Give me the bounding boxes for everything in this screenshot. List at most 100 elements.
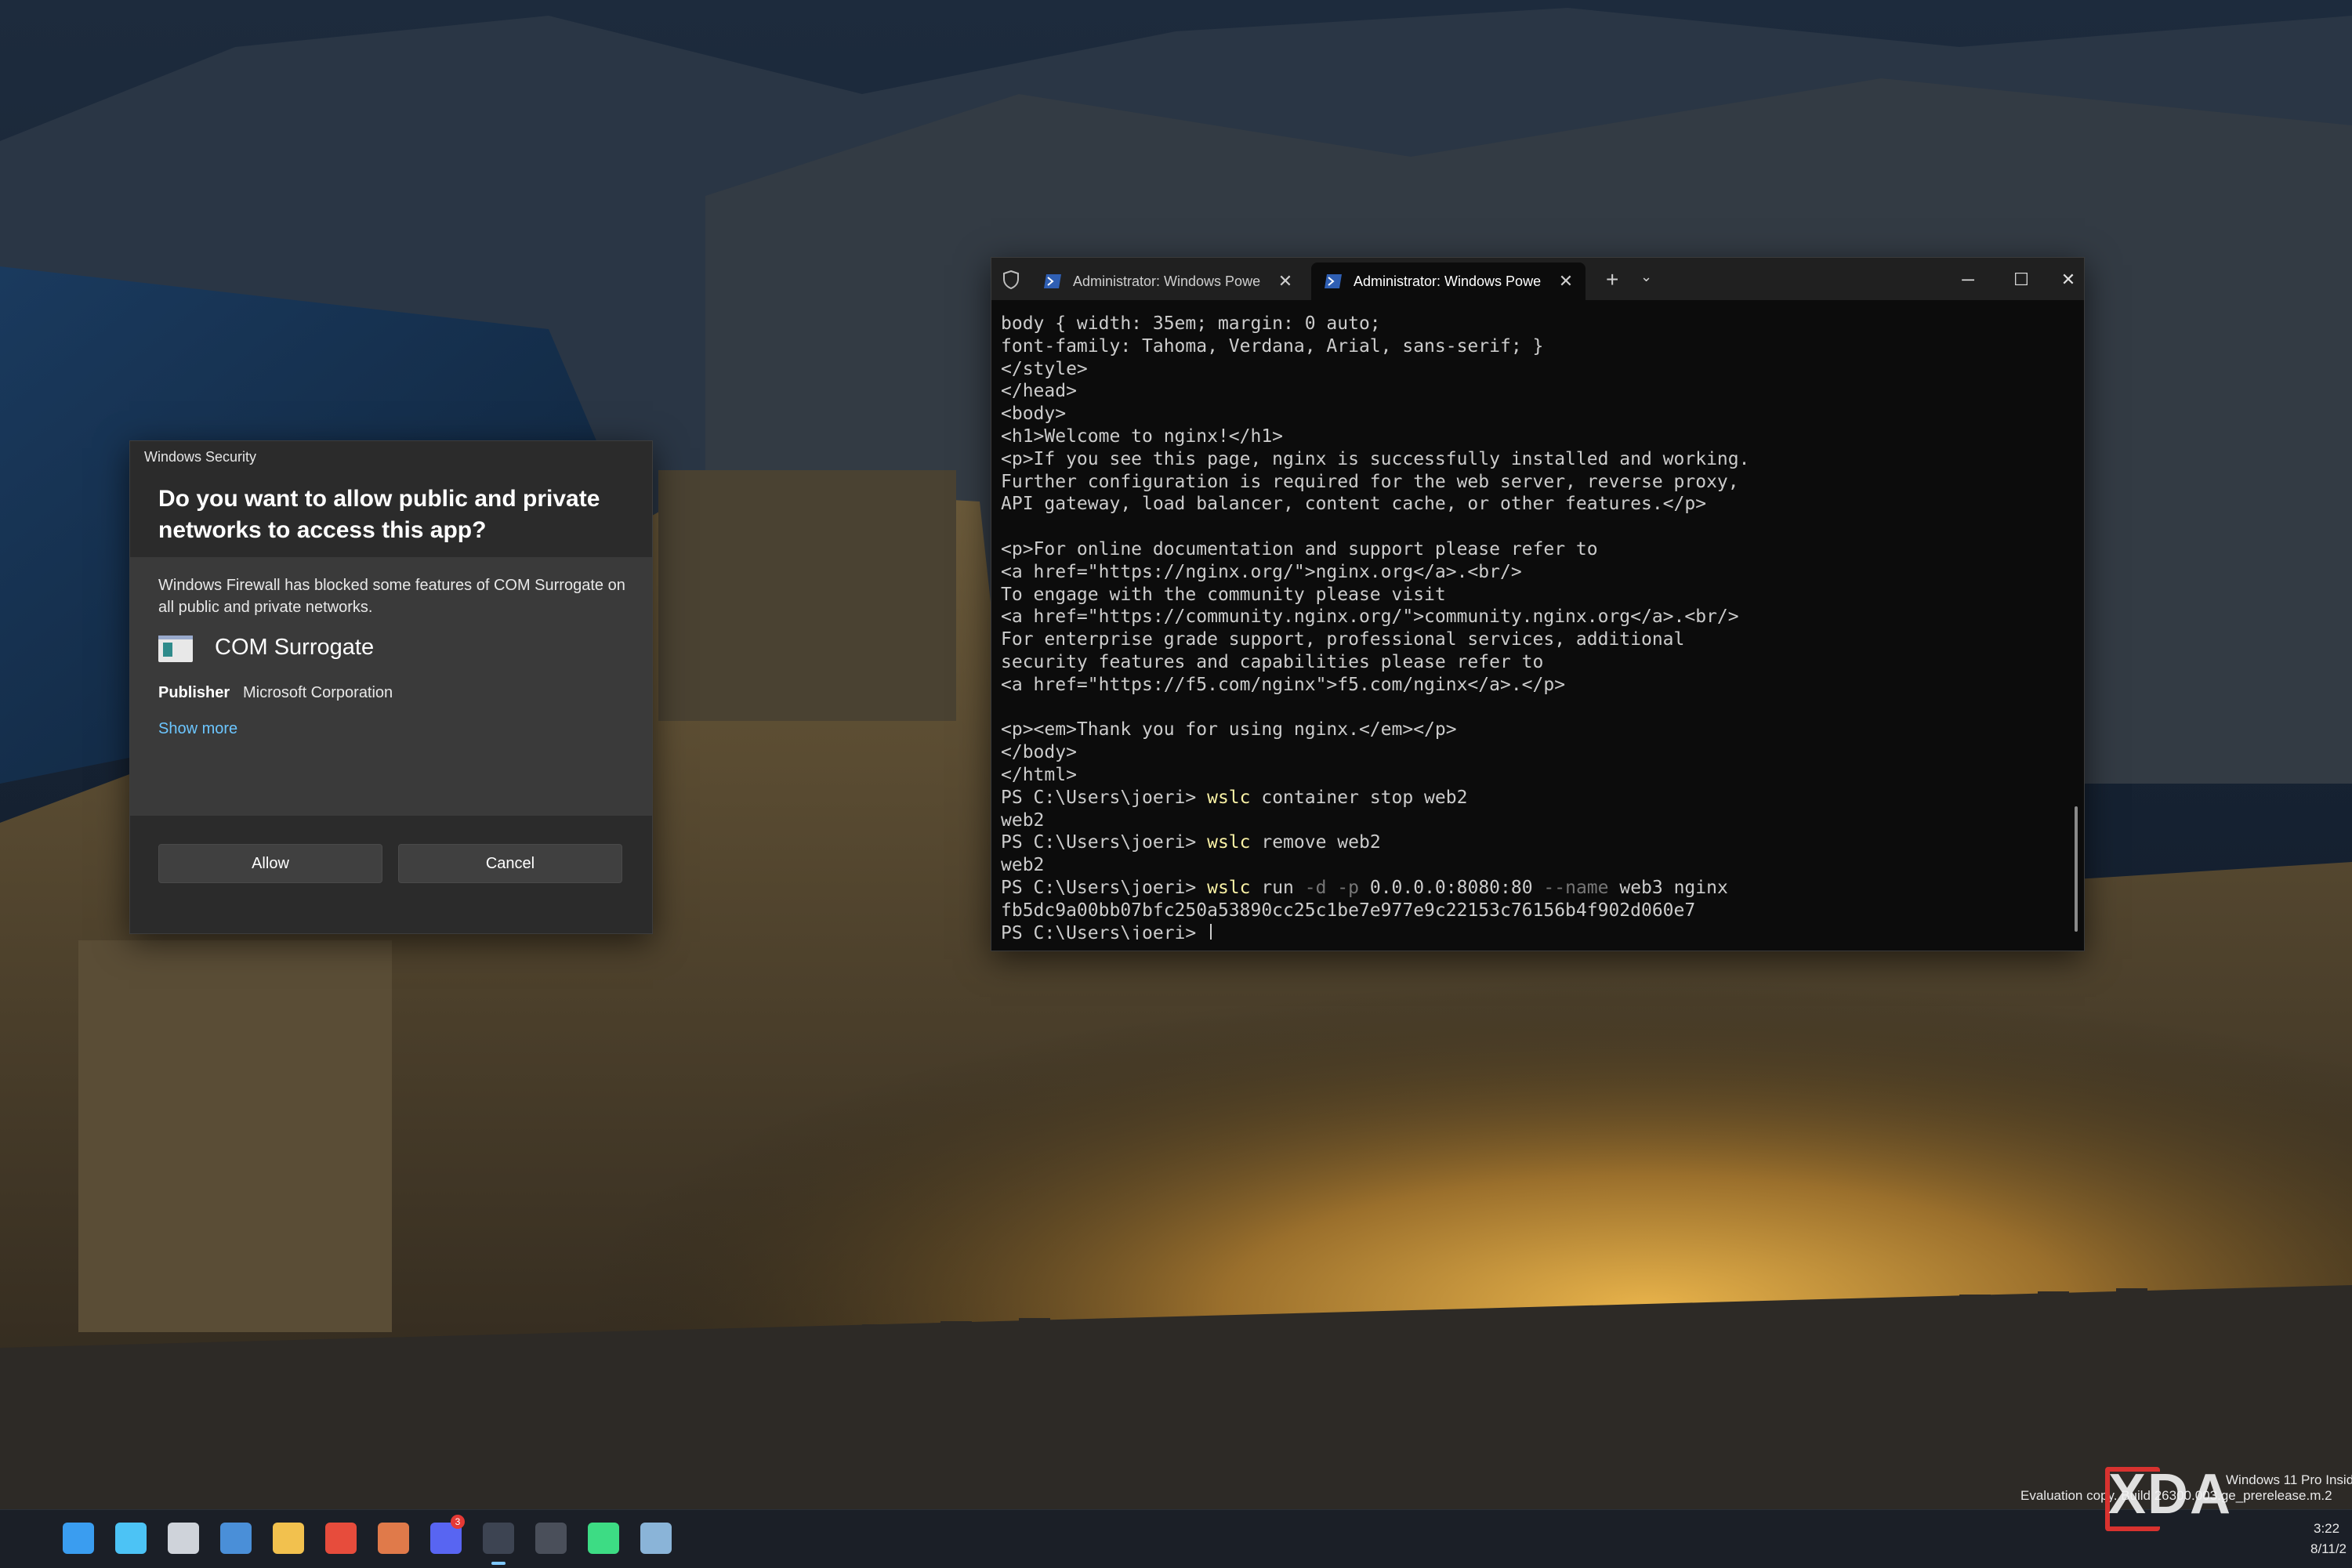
- line-text: PS C:\Users\joeri>: [1001, 877, 1208, 898]
- line-text: </style>: [1001, 358, 1088, 379]
- taskbar-windows-start-icon[interactable]: [63, 1523, 94, 1554]
- tab-powershell-1[interactable]: Administrator: Windows Powe ✕: [1031, 263, 1305, 300]
- dialog-question: Do you want to allow public and private …: [158, 486, 600, 543]
- close-tab-icon[interactable]: ✕: [1554, 271, 1578, 292]
- dialog-title: Windows Security: [144, 449, 257, 465]
- line-text: PS C:\Users\joeri>: [1001, 787, 1208, 808]
- line-text: <a href="https://community.nginx.org/">c…: [1001, 607, 1739, 628]
- new-tab-icon[interactable]: +: [1606, 267, 1618, 292]
- terminal-tab-bar: Administrator: Windows Powe ✕ Administra…: [991, 258, 2084, 300]
- command-token: wslc: [1207, 877, 1251, 898]
- shield-icon: [1003, 270, 1019, 289]
- active-app-indicator: [491, 1562, 506, 1565]
- line-text: </body>: [1001, 742, 1077, 763]
- terminal-line: <a href="https://community.nginx.org/">c…: [1001, 606, 2051, 628]
- minimize-icon[interactable]: ─: [1946, 264, 1990, 295]
- line-text: <p>If you see this page, nginx is succes…: [1001, 448, 1750, 469]
- terminal-window: Administrator: Windows Powe ✕ Administra…: [991, 257, 2085, 951]
- taskbar-chrome-icon[interactable]: [325, 1523, 357, 1554]
- terminal-line: Further configuration is required for th…: [1001, 471, 2051, 494]
- line-text: </html>: [1001, 764, 1077, 785]
- line-text: fb5dc9a00bb07bfc250a53890cc25c1be7e977e9…: [1001, 900, 1696, 921]
- terminal-line: <a href="https://f5.com/nginx">f5.com/ng…: [1001, 674, 2051, 697]
- publisher-value: Microsoft Corporation: [243, 684, 393, 701]
- line-text: Further configuration is required for th…: [1001, 471, 1739, 492]
- line-text: <body>: [1001, 404, 1067, 425]
- taskbar-notepad-icon[interactable]: [535, 1523, 567, 1554]
- line-text: To engage with the community please visi…: [1001, 584, 1446, 605]
- cancel-button[interactable]: Cancel: [398, 844, 622, 883]
- line-text: 0.0.0.0:8080:80: [1359, 877, 1544, 898]
- com-surrogate-app-icon: [158, 636, 193, 662]
- show-more-link[interactable]: Show more: [158, 720, 237, 738]
- powershell-icon: [1044, 274, 1061, 288]
- terminal-output[interactable]: body { width: 35em; margin: 0 auto; font-…: [1001, 313, 2051, 940]
- scrollbar[interactable]: [2075, 806, 2078, 932]
- flag-token: -d -p: [1304, 877, 1359, 898]
- clock-time[interactable]: 3:22: [2314, 1521, 2339, 1537]
- terminal-line: PS C:\Users\joeri> wslc container stop w…: [1001, 787, 2051, 809]
- chevron-down-icon[interactable]: ⌄: [1640, 269, 1652, 285]
- taskbar: 3 Windows 11 Pro Insid Evaluation copy. …: [0, 1472, 2352, 1568]
- taskbar-claude-icon[interactable]: [378, 1523, 409, 1554]
- powershell-icon: [1325, 274, 1342, 288]
- terminal-line: <p>If you see this page, nginx is succes…: [1001, 448, 2051, 471]
- terminal-line: fb5dc9a00bb07bfc250a53890cc25c1be7e977e9…: [1001, 900, 2051, 922]
- taskbar-task-view-icon[interactable]: [168, 1523, 199, 1554]
- terminal-line: web2: [1001, 854, 2051, 877]
- command-token: wslc: [1207, 832, 1251, 853]
- notification-badge: 3: [451, 1515, 465, 1529]
- watermark-edition: Windows 11 Pro Insid: [2226, 1472, 2352, 1487]
- line-text: web3 nginx: [1608, 877, 1728, 898]
- terminal-line: For enterprise grade support, profession…: [1001, 628, 2051, 651]
- taskbar-photos-icon[interactable]: [220, 1523, 252, 1554]
- allow-button[interactable]: Allow: [158, 844, 382, 883]
- app-name: COM Surrogate: [215, 635, 375, 660]
- maximize-icon[interactable]: ☐: [1999, 264, 2043, 295]
- line-text: PS C:\Users\joeri>: [1001, 922, 1208, 940]
- windows-security-dialog: Windows Security Do you want to allow pu…: [129, 440, 653, 934]
- dialog-footer: Allow Cancel: [130, 816, 652, 933]
- terminal-line: <a href="https://nginx.org/">nginx.org</…: [1001, 561, 2051, 584]
- terminal-line: </style>: [1001, 358, 2051, 381]
- line-text: <a href="https://f5.com/nginx">f5.com/ng…: [1001, 674, 1566, 695]
- terminal-line: API gateway, load balancer, content cach…: [1001, 493, 2051, 516]
- command-token: wslc: [1207, 787, 1251, 808]
- terminal-line: security features and capabilities pleas…: [1001, 651, 2051, 674]
- terminal-line: web2: [1001, 809, 2051, 832]
- taskbar-file-explorer-icon[interactable]: [273, 1523, 304, 1554]
- flag-token: --name: [1543, 877, 1609, 898]
- line-text: run: [1250, 877, 1305, 898]
- line-text: web2: [1001, 855, 1045, 876]
- tab-label: Administrator: Windows Powe: [1073, 273, 1261, 289]
- taskbar-com-surrogate-icon[interactable]: [640, 1523, 672, 1554]
- line-text: <p><em>Thank you for using nginx.</em></…: [1001, 719, 1457, 741]
- terminal-line: <p><em>Thank you for using nginx.</em></…: [1001, 719, 2051, 741]
- line-text: security features and capabilities pleas…: [1001, 651, 1544, 672]
- line-text: body { width: 35em; margin: 0 auto;: [1001, 313, 1381, 334]
- terminal-line: </body>: [1001, 741, 2051, 764]
- tab-powershell-2[interactable]: Administrator: Windows Powe ✕: [1311, 263, 1586, 300]
- taskbar-terminal-icon[interactable]: [483, 1523, 514, 1554]
- line-text: <p>For online documentation and support …: [1001, 538, 1598, 559]
- line-text: PS C:\Users\joeri>: [1001, 832, 1208, 853]
- text-cursor: [1210, 924, 1212, 940]
- terminal-line: PS C:\Users\joeri> wslc remove web2: [1001, 831, 2051, 854]
- line-text: <a href="https://nginx.org/">nginx.org</…: [1001, 561, 1522, 582]
- line-text: container stop web2: [1250, 787, 1468, 808]
- terminal-line: font-family: Tahoma, Verdana, Arial, san…: [1001, 335, 2051, 358]
- line-text: <h1>Welcome to nginx!</h1>: [1001, 425, 1284, 447]
- terminal-line: body { width: 35em; margin: 0 auto;: [1001, 313, 2051, 335]
- close-window-icon[interactable]: ✕: [2053, 264, 2084, 295]
- line-text: </head>: [1001, 381, 1077, 402]
- clock-date[interactable]: 8/11/2: [2310, 1541, 2347, 1557]
- taskbar-android-studio-icon[interactable]: [588, 1523, 619, 1554]
- terminal-line: <h1>Welcome to nginx!</h1>: [1001, 425, 2051, 448]
- dialog-body: Windows Firewall has blocked some featur…: [130, 557, 652, 816]
- line-text: For enterprise grade support, profession…: [1001, 629, 1685, 650]
- close-tab-icon[interactable]: ✕: [1274, 271, 1297, 292]
- line-text: remove web2: [1250, 832, 1381, 853]
- taskbar-search-icon[interactable]: [115, 1523, 147, 1554]
